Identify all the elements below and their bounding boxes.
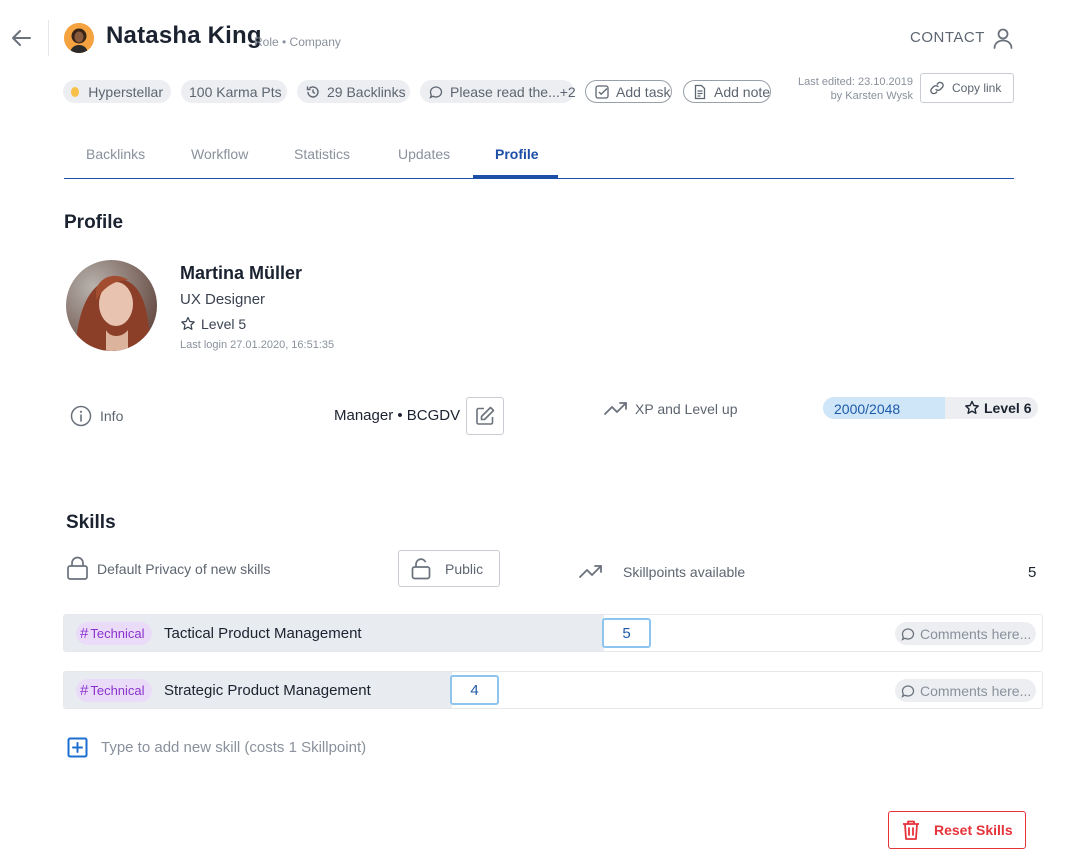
contact-label[interactable]: CONTACT xyxy=(910,29,985,46)
profile-role: UX Designer xyxy=(180,291,266,308)
comment-icon xyxy=(900,626,920,642)
hashtag-icon: # xyxy=(80,625,89,642)
backlinks-chip[interactable]: 29 Backlinks xyxy=(297,80,410,103)
manager-value: Manager • BCGDV xyxy=(334,407,461,424)
header-divider xyxy=(48,20,49,56)
info-label: Info xyxy=(100,408,124,424)
skill-tag-label: Technical xyxy=(90,626,145,641)
note-icon xyxy=(692,84,708,100)
tab-backlinks[interactable]: Backlinks xyxy=(86,146,145,162)
tab-statistics[interactable]: Statistics xyxy=(294,146,350,162)
tab-updates[interactable]: Updates xyxy=(398,146,450,162)
skill-points-field[interactable]: 4 xyxy=(450,675,499,705)
back-arrow-icon[interactable] xyxy=(8,24,36,52)
contact-role-company: Role • Company xyxy=(254,35,341,49)
karma-chip[interactable]: 100 Karma Pts xyxy=(181,80,287,103)
add-skill-icon[interactable] xyxy=(67,737,88,758)
skillpoints-label: Skillpoints available xyxy=(623,564,746,580)
contact-name: Natasha King xyxy=(106,22,262,49)
skill-name: Strategic Product Management xyxy=(164,682,371,699)
add-skill-input[interactable]: Type to add new skill (costs 1 Skillpoin… xyxy=(101,739,366,756)
profile-level: Level 5 xyxy=(180,316,246,332)
star-icon xyxy=(180,316,201,332)
trending-up-icon xyxy=(603,398,629,418)
skillpoints-value: 5 xyxy=(1028,564,1037,581)
trash-icon xyxy=(901,819,934,841)
unlock-icon xyxy=(411,557,445,580)
avatar xyxy=(64,23,94,53)
xp-label: XP and Level up xyxy=(635,401,738,417)
tab-bar-divider xyxy=(64,178,1014,179)
profile-name: Martina Müller xyxy=(180,263,303,283)
task-check-icon xyxy=(594,84,610,100)
skill-tag-label: Technical xyxy=(90,683,145,698)
last-edited-by: by Karsten Wysk xyxy=(830,90,913,102)
privacy-value: Public xyxy=(445,560,484,577)
profile-section-title: Profile xyxy=(64,212,124,233)
info-icon xyxy=(70,405,92,427)
xp-value: 2000/2048 xyxy=(834,401,901,417)
skill-tag[interactable]: # Technical xyxy=(76,622,152,645)
next-level-label: Level 6 xyxy=(984,400,1032,416)
trending-up-icon xyxy=(578,562,604,580)
last-login: Last login 27.01.2020, 16:51:35 xyxy=(180,339,335,351)
status-dot xyxy=(71,86,80,97)
privacy-label: Default Privacy of new skills xyxy=(97,561,271,577)
profile-level-label: Level 5 xyxy=(201,316,247,332)
hashtag-icon: # xyxy=(80,682,89,699)
edit-button[interactable] xyxy=(466,397,504,435)
active-tab-indicator xyxy=(473,175,558,178)
copy-link-button[interactable]: Copy link xyxy=(920,73,1014,103)
edit-icon xyxy=(474,405,496,427)
skill-name: Tactical Product Management xyxy=(164,625,362,642)
privacy-public-button[interactable]: Public xyxy=(398,550,500,587)
add-task-label: Add task xyxy=(616,83,671,100)
add-note-label: Add note xyxy=(714,83,771,100)
tab-profile[interactable]: Profile xyxy=(495,146,539,162)
skill-comment-label: Comments here... xyxy=(920,682,1032,699)
skills-section-title: Skills xyxy=(66,512,116,533)
skill-points-field[interactable]: 5 xyxy=(602,618,651,648)
profile-photo xyxy=(66,260,157,351)
add-task-button[interactable]: Add task xyxy=(585,80,672,103)
add-note-button[interactable]: Add note xyxy=(683,80,771,103)
reset-skills-label: Reset Skills xyxy=(934,822,1013,838)
star-icon xyxy=(964,400,984,416)
copy-link-label: Copy link xyxy=(952,81,1002,95)
reset-skills-button[interactable]: Reset Skills xyxy=(888,811,1026,849)
skill-tag[interactable]: # Technical xyxy=(76,679,152,702)
skill-comment-chip[interactable]: Comments here... xyxy=(895,679,1036,702)
history-icon xyxy=(305,84,321,100)
last-edited: Last edited: 23.10.2019 by Karsten Wysk xyxy=(788,75,913,103)
karma-label: 100 Karma Pts xyxy=(189,83,282,100)
user-icon[interactable] xyxy=(991,26,1015,50)
skill-comment-label: Comments here... xyxy=(920,625,1032,642)
status-label: Hyperstellar xyxy=(88,83,163,100)
lock-icon xyxy=(66,556,89,581)
comment-icon xyxy=(900,683,920,699)
comment-chip[interactable]: Please read the...+2 xyxy=(420,80,576,103)
next-level: Level 6 xyxy=(964,400,1031,416)
tab-workflow[interactable]: Workflow xyxy=(191,146,248,162)
comment-icon xyxy=(428,84,444,100)
last-edited-date: Last edited: 23.10.2019 xyxy=(798,76,913,88)
backlinks-label: 29 Backlinks xyxy=(327,83,406,100)
status-chip[interactable]: Hyperstellar xyxy=(63,80,171,103)
skill-comment-chip[interactable]: Comments here... xyxy=(895,622,1036,645)
comment-label: Please read the...+2 xyxy=(450,83,576,100)
link-icon xyxy=(929,80,945,96)
